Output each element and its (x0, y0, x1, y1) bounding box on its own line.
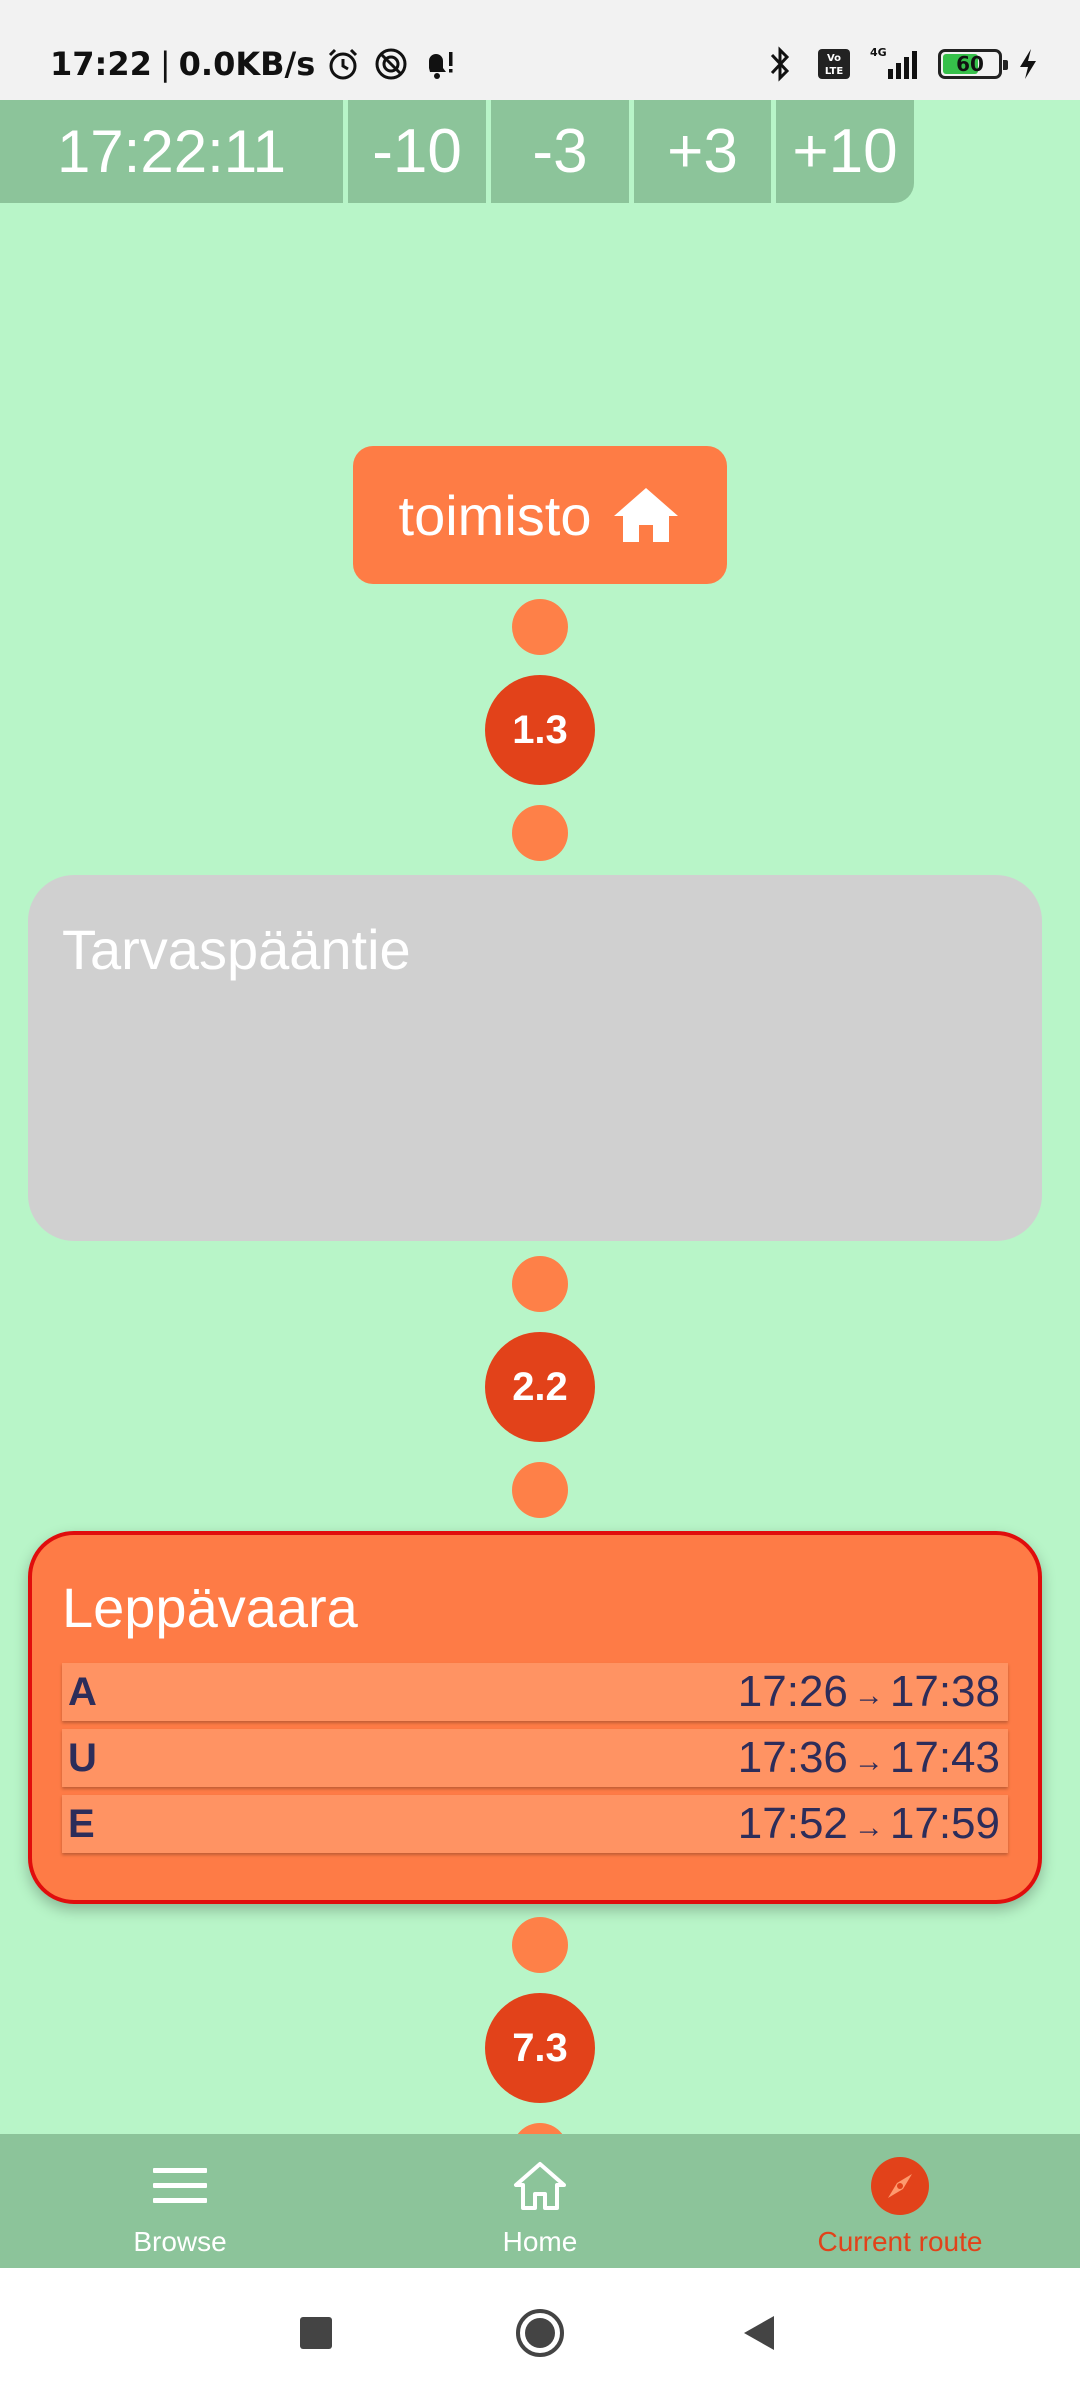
nav-browse[interactable]: Browse (0, 2134, 360, 2268)
segment-distance: 7.3 (485, 1993, 595, 2103)
menu-icon (152, 2156, 208, 2216)
departure-time: 17:52 (737, 1799, 848, 1848)
back-button[interactable] (725, 2298, 795, 2368)
start-stop-button[interactable]: toimisto (353, 446, 727, 584)
status-bar: 17:22 | 0.0KB/s Vo LTE 4G 60 (0, 0, 1080, 100)
departure-line: U (68, 1735, 97, 1780)
volte-icon: Vo LTE (814, 44, 854, 84)
departure-row[interactable]: U 17:36 → 17:43 (62, 1729, 1008, 1787)
departure-line: A (68, 1669, 97, 1714)
stop-name: Leppävaara (62, 1576, 358, 1639)
current-time-display[interactable]: 17:22:11 (0, 100, 343, 203)
status-bar-right: Vo LTE 4G 60 (760, 44, 1040, 84)
nav-current-route[interactable]: Current route (720, 2134, 1080, 2268)
nav-home[interactable]: Home (360, 2134, 720, 2268)
route-connector-dot (512, 1917, 568, 1973)
departure-times: 17:26 → 17:38 (738, 1667, 1000, 1717)
status-divider: | (159, 45, 171, 83)
sync-icon (371, 44, 411, 84)
arrow-icon: → (853, 1679, 884, 1712)
status-bar-left: 17:22 | 0.0KB/s (50, 44, 459, 84)
signal-icon: 4G (868, 44, 924, 84)
time-controls: 17:22:11 -10 -3 +3 +10 (0, 100, 914, 203)
notification-alert-icon (419, 44, 459, 84)
status-time: 17:22 (50, 45, 152, 83)
home-system-button[interactable] (505, 2298, 575, 2368)
home-outline-icon (512, 2156, 568, 2216)
start-stop-label: toimisto (398, 483, 592, 547)
system-navigation-bar (0, 2268, 1080, 2400)
status-net-speed: 0.0KB/s (178, 45, 316, 83)
arrow-icon: → (853, 1811, 884, 1844)
recents-button[interactable] (281, 2298, 351, 2368)
segment-distance: 2.2 (485, 1332, 595, 1442)
nav-current-route-label: Current route (817, 2226, 983, 2257)
route-connector-dot (512, 1256, 568, 1312)
arrival-time: 17:38 (889, 1667, 1000, 1716)
battery-icon: 60 (938, 49, 1008, 79)
minus-3-button[interactable]: -3 (491, 100, 629, 203)
svg-text:Vo: Vo (827, 53, 841, 64)
route-connector-dot (512, 599, 568, 655)
minus-10-button[interactable]: -10 (348, 100, 486, 203)
compass-icon (870, 2156, 930, 2216)
network-type: 4G (870, 46, 887, 59)
home-icon (611, 485, 681, 545)
route-connector-dot (512, 805, 568, 861)
battery-level: 60 (956, 52, 984, 76)
svg-text:LTE: LTE (825, 66, 844, 77)
segment-distance: 1.3 (485, 675, 595, 785)
nav-browse-label: Browse (133, 2226, 227, 2257)
plus-3-button[interactable]: +3 (634, 100, 771, 203)
departure-times: 17:36 → 17:43 (738, 1733, 1000, 1783)
arrow-icon: → (853, 1745, 884, 1778)
bottom-navigation: Browse Home Current route (0, 2134, 1080, 2268)
plus-10-button[interactable]: +10 (776, 100, 914, 203)
bluetooth-icon (760, 44, 800, 84)
route-connector-dot (512, 1462, 568, 1518)
charging-icon (1016, 44, 1040, 84)
departure-row[interactable]: E 17:52 → 17:59 (62, 1795, 1008, 1853)
alarm-icon (323, 44, 363, 84)
departure-line: E (68, 1801, 95, 1846)
departure-row[interactable]: A 17:26 → 17:38 (62, 1663, 1008, 1721)
departure-time: 17:26 (737, 1667, 848, 1716)
stop-card-leppavaara[interactable]: Leppävaara A 17:26 → 17:38 U 17:36 → 17:… (28, 1531, 1042, 1904)
departure-time: 17:36 (737, 1733, 848, 1782)
nav-home-label: Home (502, 2226, 578, 2257)
arrival-time: 17:59 (889, 1799, 1000, 1848)
departure-times: 17:52 → 17:59 (738, 1799, 1000, 1849)
stop-name: Tarvaspääntie (62, 918, 411, 981)
stop-card-tarvaspaantie[interactable]: Tarvaspääntie (28, 875, 1042, 1241)
arrival-time: 17:43 (889, 1733, 1000, 1782)
